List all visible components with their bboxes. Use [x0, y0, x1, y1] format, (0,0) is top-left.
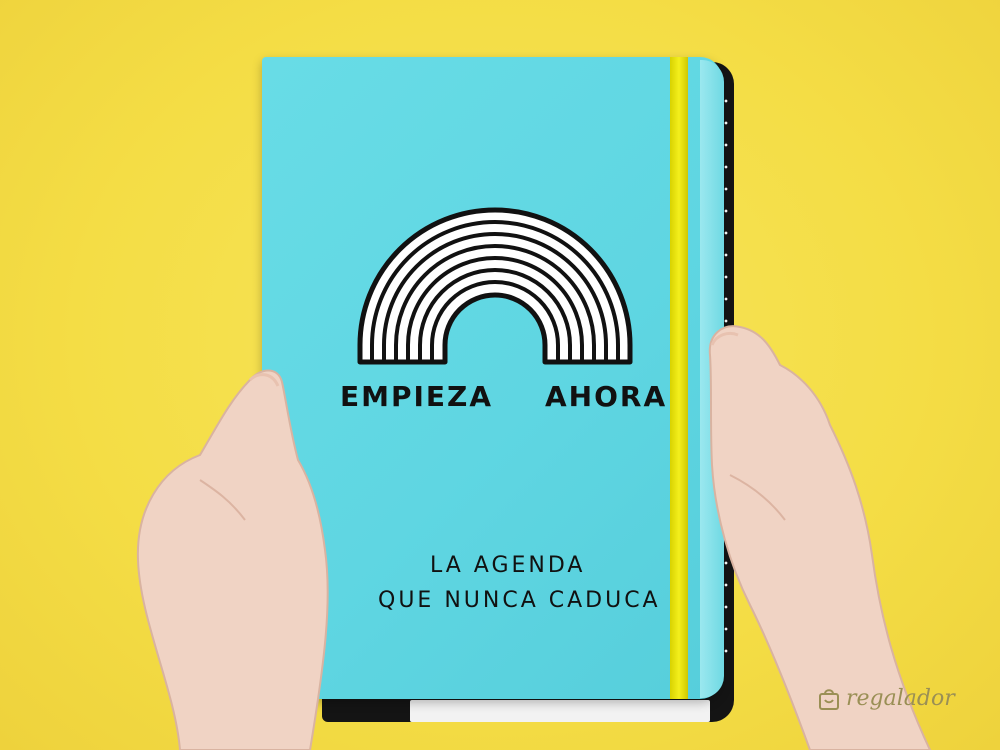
notebook-pages	[410, 700, 710, 722]
cover-title-right: AHORA	[545, 380, 668, 413]
cover-title-left: EMPIEZA	[340, 380, 494, 413]
watermark: regalador	[818, 686, 955, 711]
cover-tagline-line1: LA AGENDA	[430, 553, 586, 578]
left-hand	[136, 369, 329, 750]
rainbow-icon	[357, 207, 633, 365]
right-hand	[708, 325, 932, 750]
elastic-band	[670, 57, 688, 699]
cover-tagline-line2: QUE NUNCA CADUCA	[378, 588, 661, 613]
watermark-text: regalador	[846, 686, 955, 711]
gift-bag-icon	[819, 688, 839, 710]
photo-scene: EMPIEZA AHORA LA AGENDA QUE NUNCA CADUCA…	[0, 0, 1000, 750]
